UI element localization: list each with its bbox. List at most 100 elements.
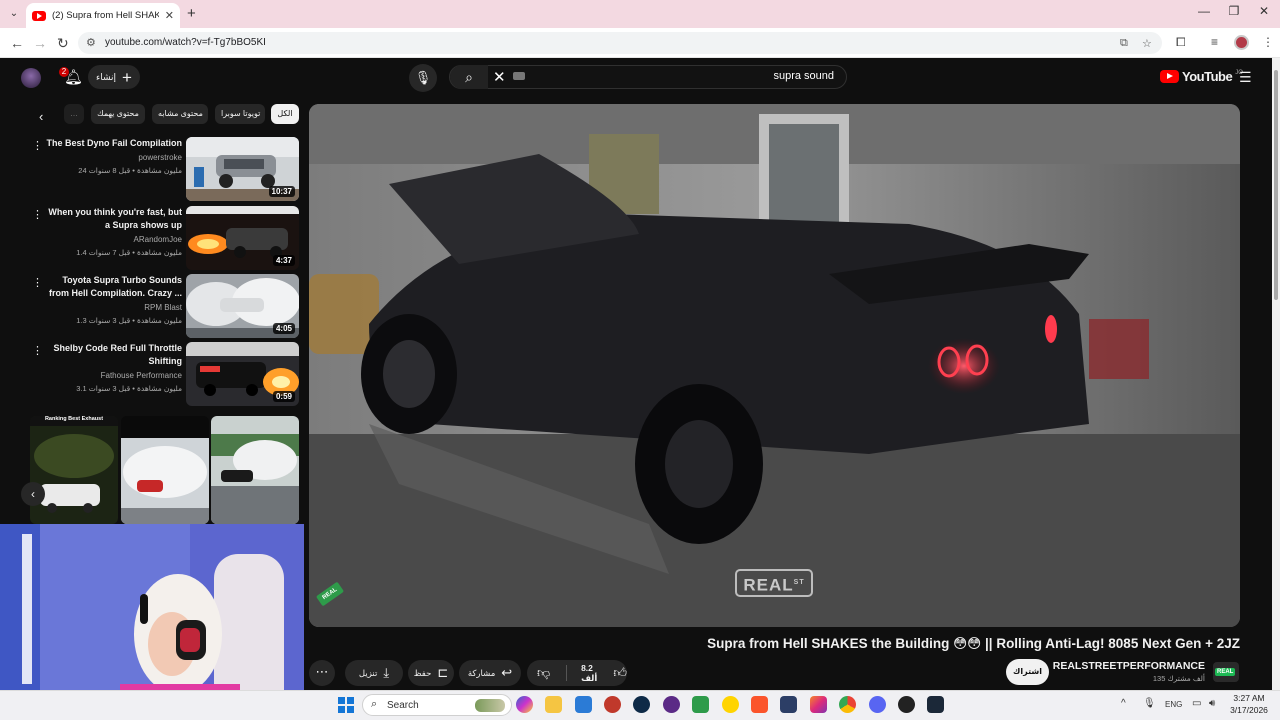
extensions-icon[interactable]: ⧠	[1176, 35, 1186, 50]
chips-previous-chevron-icon[interactable]: ‹	[39, 109, 43, 124]
display-tray-icon[interactable]: ▭	[1192, 698, 1201, 709]
steam-icon[interactable]	[927, 696, 944, 713]
recommendation-item[interactable]: ⋮ Toyota Supra Turbo Sounds from Hell Co…	[20, 274, 299, 338]
chip-for-you[interactable]: محتوى يهمك	[91, 104, 145, 124]
rec-channel[interactable]: Fathouse Performance	[44, 371, 182, 380]
rec-duration: 4:37	[272, 255, 295, 266]
install-app-icon[interactable]: ⧉	[1120, 37, 1128, 50]
forward-arrow-icon[interactable]: →	[33, 35, 47, 51]
address-bar[interactable]: ⚙ youtube.com/watch?v=f-Tg7bBO5KI ⧉ ☆	[78, 32, 1162, 54]
browser-tab-strip: ⌄ (2) Supra from Hell SHAKES the ✕ + — ❐…	[0, 0, 1280, 28]
channel-avatar[interactable]	[1213, 662, 1239, 682]
copilot-icon[interactable]	[516, 696, 533, 713]
search-icon[interactable]: ⌕	[450, 65, 488, 89]
chip-all[interactable]: الكل	[271, 104, 299, 124]
file-explorer-icon[interactable]	[545, 696, 562, 713]
recommendation-item[interactable]: ⋮ When you think you're fast, but a Supr…	[20, 206, 299, 270]
volume-icon[interactable]: 🔊︎	[1209, 698, 1215, 709]
youtube-logo[interactable]: YouTube JO	[1160, 69, 1243, 84]
site-info-icon[interactable]: ⚙	[86, 36, 96, 49]
store-icon[interactable]	[575, 696, 592, 713]
chip-overflow[interactable]: …	[64, 104, 84, 124]
more-options-icon[interactable]: ⋮	[32, 208, 43, 221]
bookmark-icon: ⊏	[437, 665, 449, 680]
app-recycle-icon[interactable]	[692, 696, 709, 713]
video-watermark: REALST	[735, 569, 813, 597]
reload-icon[interactable]: ↻	[57, 35, 69, 52]
app-c-icon[interactable]	[633, 696, 650, 713]
back-arrow-icon[interactable]: ←	[10, 35, 24, 51]
save-button[interactable]: حفظ ⊏	[408, 660, 454, 686]
dislike-thumb-icon[interactable]: 👎︎	[537, 665, 550, 681]
more-options-icon[interactable]: ⋮	[32, 344, 43, 357]
recommendation-item[interactable]: ⋮ Shelby Code Red Full Throttle Shifting…	[20, 342, 299, 406]
youtube-wordmark: YouTube	[1182, 69, 1233, 84]
shield-app-icon[interactable]	[780, 696, 797, 713]
close-tab-icon[interactable]: ✕	[165, 9, 174, 22]
more-actions-icon[interactable]: ⋯	[309, 660, 335, 686]
channel-name[interactable]: REALSTREETPERFORMANCE	[1040, 660, 1205, 672]
chrome-icon[interactable]	[839, 696, 856, 713]
short-thumbnail[interactable]	[121, 416, 209, 524]
microphone-tray-icon[interactable]: 🎙︎	[1143, 698, 1156, 709]
account-avatar[interactable]	[21, 68, 41, 88]
create-button[interactable]: إنشاء +	[88, 65, 140, 89]
rec-duration: 10:37	[268, 186, 295, 197]
shorts-previous-chevron-icon[interactable]: ‹	[21, 482, 45, 506]
taskbar-search-input[interactable]: ⌕ Search	[362, 694, 512, 716]
tab-search-icon[interactable]: ⌄	[6, 6, 22, 22]
rec-title[interactable]: Toyota Supra Turbo Sounds from Hell Comp…	[44, 274, 182, 300]
close-window-icon[interactable]: ✕	[1254, 4, 1274, 18]
rec-title[interactable]: The Best Dyno Fail Compilation	[44, 137, 182, 150]
short-thumbnail[interactable]: Ranking Best Exhaust	[30, 416, 118, 524]
like-thumb-icon[interactable]: 👍︎	[613, 665, 627, 681]
maximize-icon[interactable]: ❐	[1224, 4, 1244, 18]
obs-icon[interactable]	[898, 696, 915, 713]
voice-search-mic-icon[interactable]: 🎙︎	[409, 64, 437, 92]
more-options-icon[interactable]: ⋮	[32, 139, 43, 152]
rec-thumbnail[interactable]: 0:59	[186, 342, 299, 406]
brave-browser-icon[interactable]	[751, 696, 768, 713]
like-count[interactable]: 8.2 ألف	[581, 663, 607, 684]
more-options-icon[interactable]: ⋮	[32, 276, 43, 289]
search-query-text[interactable]: supra sound	[580, 70, 834, 82]
instagram-icon[interactable]	[810, 696, 827, 713]
url-text[interactable]: youtube.com/watch?v=f-Tg7bBO5KI	[105, 37, 266, 48]
discord-icon[interactable]	[869, 696, 886, 713]
guide-menu-icon[interactable]: ☰	[1239, 69, 1252, 86]
chip-related[interactable]: محتوى مشابه	[152, 104, 208, 124]
bookmark-star-icon[interactable]: ☆	[1142, 37, 1152, 50]
rec-title[interactable]: Shelby Code Red Full Throttle Shifting	[44, 342, 182, 368]
windows-start-icon[interactable]	[338, 697, 354, 713]
rec-channel[interactable]: RPM Blast	[44, 303, 182, 312]
clear-search-icon[interactable]: ✕	[493, 68, 506, 86]
taskbar-clock[interactable]: 3:27 AM 3/17/2026	[1228, 692, 1270, 716]
rec-thumbnail[interactable]: 4:05	[186, 274, 299, 338]
browser-tab-youtube[interactable]: (2) Supra from Hell SHAKES the ✕	[26, 3, 180, 28]
language-indicator[interactable]: ENG	[1165, 700, 1182, 709]
show-hidden-icons-chevron-icon[interactable]: ^	[1121, 698, 1126, 709]
video-player[interactable]: REALST REAL	[309, 104, 1240, 627]
recommendation-item[interactable]: ⋮ The Best Dyno Fail Compilation powerst…	[20, 137, 299, 201]
video-frame-image	[309, 104, 1240, 627]
app-purple-icon[interactable]	[663, 696, 680, 713]
browser-profile-avatar[interactable]	[1234, 35, 1249, 50]
app-duck-icon[interactable]	[722, 696, 739, 713]
rec-thumbnail[interactable]: 4:37	[186, 206, 299, 270]
rec-title[interactable]: When you think you're fast, but a Supra …	[44, 206, 182, 232]
video-title: Supra from Hell SHAKES the Building 😳😳 |…	[707, 636, 1240, 651]
share-button[interactable]: مشاركة ↩	[459, 660, 521, 686]
scrollbar-thumb[interactable]	[1274, 70, 1278, 300]
media-app-icon[interactable]	[604, 696, 621, 713]
new-tab-button[interactable]: +	[187, 5, 196, 22]
download-button[interactable]: تنزيل ⤓	[345, 660, 403, 686]
rec-thumbnail[interactable]: 10:37	[186, 137, 299, 201]
keyboard-icon[interactable]	[513, 72, 525, 80]
browser-menu-icon[interactable]: ⋮	[1262, 35, 1274, 49]
rec-channel[interactable]: powerstroke	[44, 153, 182, 162]
short-thumbnail[interactable]	[211, 416, 299, 524]
rec-channel[interactable]: ARandomJoe	[44, 235, 182, 244]
chip-toyota-supra[interactable]: تويوتا سوبرا	[215, 104, 265, 124]
reading-list-icon[interactable]: ≡	[1211, 35, 1218, 49]
minimize-icon[interactable]: —	[1194, 4, 1214, 18]
